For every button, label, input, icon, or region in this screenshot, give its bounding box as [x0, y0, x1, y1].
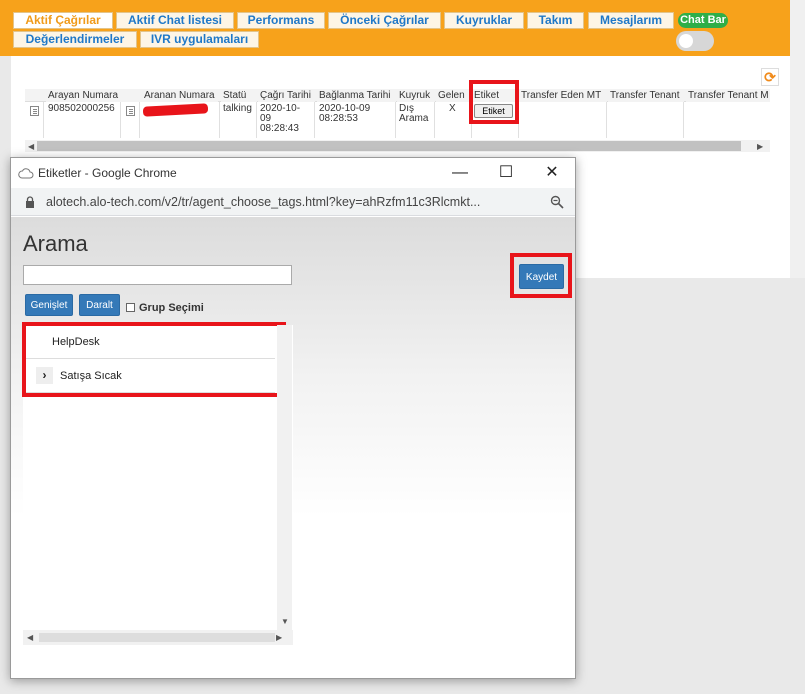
tab-kuyruklar[interactable]: Kuyruklar	[444, 12, 524, 29]
tab-takim[interactable]: Takım	[527, 12, 584, 29]
copy-icon[interactable]	[126, 106, 135, 116]
scroll-right-icon[interactable]: ▶	[276, 633, 282, 642]
column-divider	[120, 102, 121, 138]
table-scroll-thumb[interactable]	[37, 141, 741, 151]
column-divider	[395, 102, 396, 138]
zoom-icon[interactable]	[550, 195, 564, 209]
column-divider	[139, 102, 140, 138]
tree-horizontal-scrollbar[interactable]: ◀ ▶	[23, 630, 293, 645]
tree-scroll-thumb[interactable]	[39, 633, 275, 642]
header-gelen: Gelen	[436, 89, 472, 102]
close-icon[interactable]: ✕	[529, 158, 575, 188]
tag-search-input[interactable]	[23, 265, 292, 285]
header-transfer-tenant: Transfer Tenant	[608, 89, 684, 102]
cloud-icon	[18, 168, 34, 179]
cell-baglanma-tarihi: 2020-10-09 08:28:53	[319, 104, 370, 124]
popup-content: Arama Genişlet Daralt Grup Seçimi Kaydet…	[11, 217, 575, 678]
window-titlebar: Etiketler - Google Chrome — ☐ ✕	[11, 158, 575, 188]
kuyruk-line2: Arama	[399, 113, 429, 124]
header-cagri-tarihi: Çağrı Tarihi	[258, 89, 315, 102]
highlight-etiket-column	[469, 80, 519, 124]
cell-statu: talking	[223, 103, 252, 114]
cell-cagri-tarihi: 2020-10- 09 08:28:43	[260, 104, 300, 134]
tab-mesajlarim[interactable]: Mesajlarım	[588, 12, 674, 29]
highlight-kaydet	[510, 253, 572, 298]
column-divider	[606, 102, 607, 138]
daralt-button[interactable]: Daralt	[79, 294, 120, 316]
grup-secimi-checkbox[interactable]	[126, 303, 135, 312]
header-baglanma-tarihi: Bağlanma Tarihi	[317, 89, 396, 102]
copy-icon[interactable]	[30, 106, 39, 116]
tab-ivr-uygulamalari[interactable]: IVR uygulamaları	[140, 31, 259, 48]
column-divider	[434, 102, 435, 138]
scroll-left-icon[interactable]: ◀	[28, 142, 34, 151]
window-title: Etiketler - Google Chrome	[38, 166, 177, 180]
column-divider	[314, 102, 315, 138]
header-statu: Statü	[221, 89, 257, 102]
tab-performans[interactable]: Performans	[237, 12, 325, 29]
tab-degerlendirmeler[interactable]: Değerlendirmeler	[13, 31, 137, 48]
cell-arayan-numara: 908502000256	[48, 103, 115, 114]
scroll-left-icon[interactable]: ◀	[27, 633, 33, 642]
minimize-icon[interactable]: —	[437, 158, 483, 188]
header-aranan-numara: Aranan Numara	[142, 89, 218, 102]
header-transfer-eden-mt: Transfer Eden MT	[519, 89, 607, 102]
toggle-knob	[679, 34, 693, 48]
url-text[interactable]: alotech.alo-tech.com/v2/tr/agent_choose_…	[46, 195, 546, 209]
column-divider	[683, 102, 684, 138]
tab-aktif-chat-listesi[interactable]: Aktif Chat listesi	[116, 12, 234, 29]
scroll-right-icon[interactable]: ▶	[757, 142, 763, 151]
scroll-down-icon[interactable]: ▼	[281, 617, 289, 626]
header-arayan-numara: Arayan Numara	[46, 89, 142, 102]
cagri-tarihi-time: 08:28:43	[260, 123, 299, 134]
top-tab-bar: Aktif Çağrılar Aktif Chat listesi Perfor…	[0, 0, 790, 56]
column-divider	[256, 102, 257, 138]
column-divider	[43, 102, 44, 138]
chat-bar-label: Chat Bar	[678, 13, 728, 28]
page-right-edge	[790, 0, 805, 278]
tab-onceki-cagrilar[interactable]: Önceki Çağrılar	[328, 12, 441, 29]
baglanma-tarihi-time: 08:28:53	[319, 113, 358, 124]
column-divider	[219, 102, 220, 138]
tree-vertical-scrollbar[interactable]: ▼	[277, 325, 292, 630]
header-kuyruk: Kuyruk	[397, 89, 435, 102]
chat-bar-toggle[interactable]	[676, 31, 714, 51]
cell-kuyruk: Dış Arama	[399, 104, 428, 124]
genislet-button[interactable]: Genişlet	[25, 294, 73, 316]
grup-secimi-label: Grup Seçimi	[139, 302, 204, 314]
etiketler-popup-window: Etiketler - Google Chrome — ☐ ✕ alotech.…	[10, 157, 576, 679]
maximize-icon[interactable]: ☐	[483, 158, 529, 188]
refresh-icon[interactable]: ⟳	[761, 68, 779, 86]
tab-aktif-cagrilar[interactable]: Aktif Çağrılar	[13, 12, 113, 29]
highlight-tag-list	[22, 322, 286, 397]
address-bar[interactable]: alotech.alo-tech.com/v2/tr/agent_choose_…	[11, 188, 575, 216]
cell-gelen: X	[449, 103, 456, 114]
active-calls-table: Arayan Numara Aranan Numara Statü Çağrı …	[25, 89, 770, 138]
header-transfer-tenant-m: Transfer Tenant M	[686, 89, 770, 102]
lock-icon	[26, 196, 34, 208]
page-title: Arama	[23, 231, 88, 256]
